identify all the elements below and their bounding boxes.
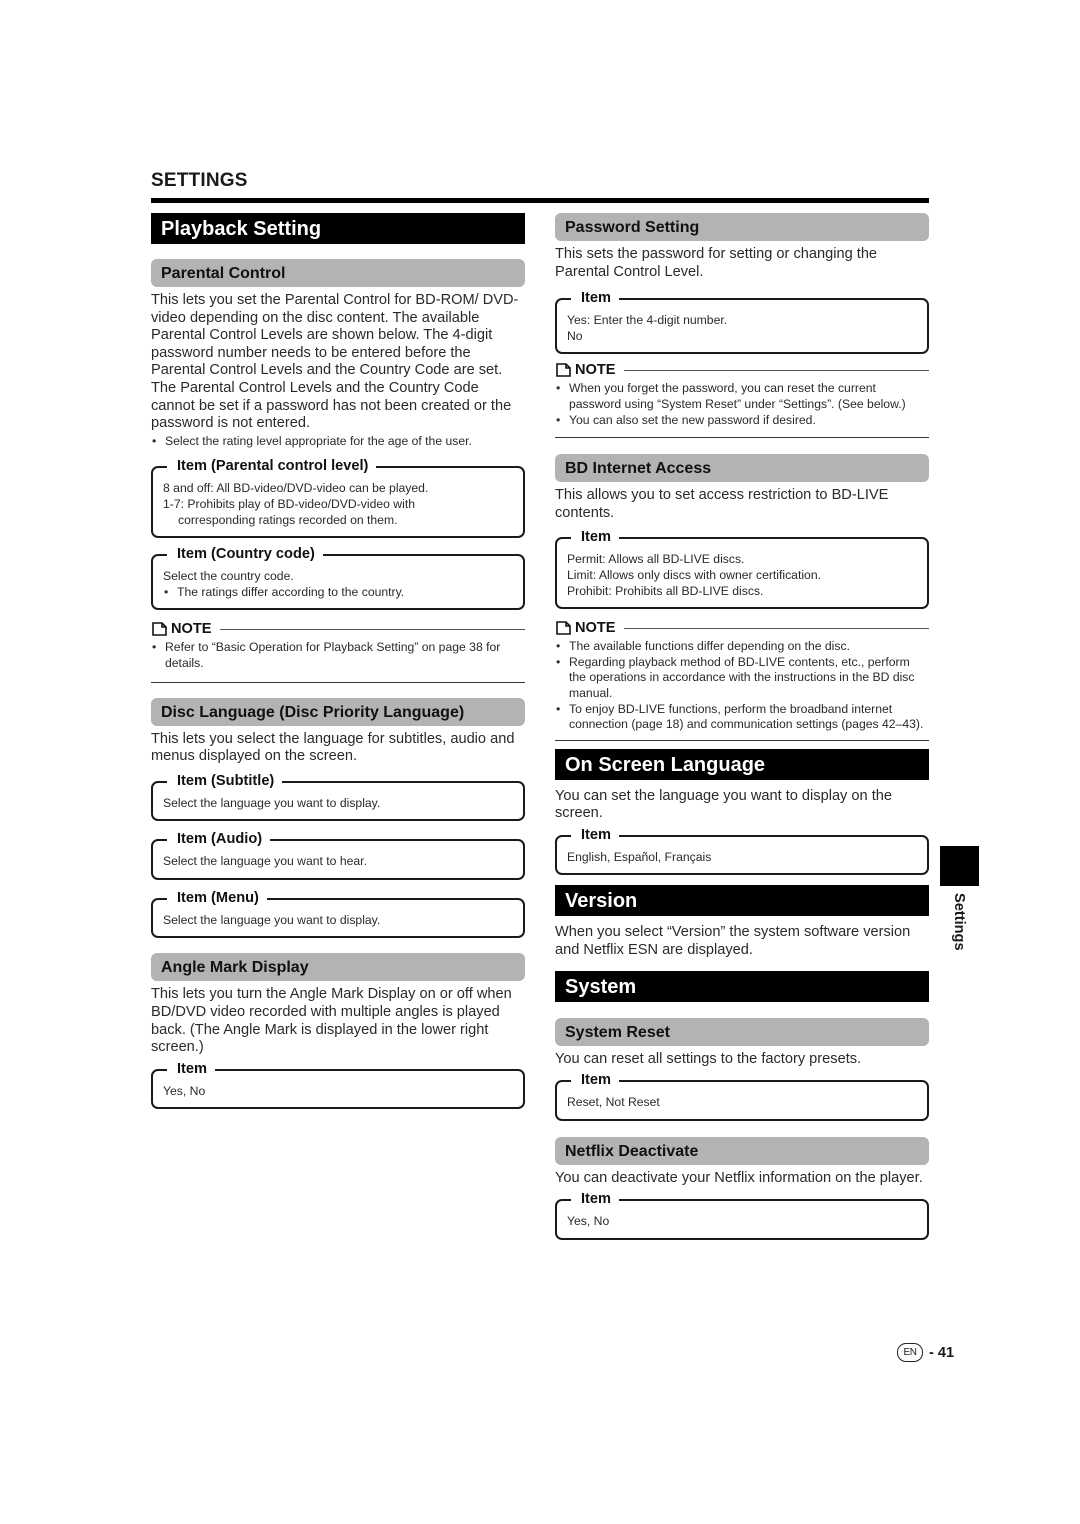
note-divider (219, 628, 525, 630)
bd-internet-box-line: Permit: Allows all BD-LIVE discs. (567, 552, 745, 567)
right-column: Password Setting This sets the password … (555, 213, 929, 1241)
parental-level-line: 1-7: Prohibits play of BD-video/DVD-vide… (163, 496, 415, 511)
netflix-heading: Netflix Deactivate (555, 1136, 929, 1165)
netflix-box-text: Yes, No (567, 1214, 610, 1229)
note-icon (556, 363, 571, 378)
page-number-text: - 41 (929, 1344, 955, 1361)
password-box-title: Item (571, 289, 620, 308)
note-bullet: You can also set the new password if des… (555, 413, 929, 429)
on-screen-language-text: You can set the language you want to dis… (555, 787, 892, 822)
parental-control-text: This lets you set the Parental Control f… (151, 292, 519, 432)
country-code-line: Select the country code. (163, 569, 294, 584)
menu-box-title: Item (Menu) (167, 888, 267, 907)
subtitle-box-title: Item (Subtitle) (167, 771, 283, 790)
note-rule (151, 681, 525, 683)
bd-internet-note: NOTE The available functions differ depe… (555, 619, 929, 741)
on-screen-language-heading: On Screen Language (555, 748, 929, 780)
top-rule (151, 198, 929, 203)
system-reset-box: Item Reset, Not Reset (555, 1071, 929, 1121)
system-reset-box-title: Item (571, 1071, 620, 1090)
version-heading: Version (555, 885, 929, 917)
playback-setting-heading: Playback Setting (151, 213, 525, 244)
password-box-line: No (567, 328, 583, 343)
section-label: SETTINGS (151, 170, 248, 191)
netflix-box: Item Yes, No (555, 1190, 929, 1241)
password-heading: Password Setting (555, 213, 929, 241)
angle-mark-box-title: Item (167, 1059, 216, 1078)
bd-internet-heading: BD Internet Access (555, 454, 929, 483)
note-label: NOTE (575, 362, 616, 379)
menu-box-text: Select the language you want to display. (163, 912, 381, 927)
country-code-box: Item (Country code) Select the country c… (151, 545, 525, 611)
side-tab-marker (940, 846, 979, 886)
system-reset-text: You can reset all settings to the factor… (555, 1050, 862, 1067)
parental-level-line: 8 and off: All BD-video/DVD-video can be… (163, 481, 429, 496)
bd-internet-text: This allows you to set access restrictio… (555, 487, 889, 521)
parental-note: NOTE Refer to “Basic Operation for Playb… (151, 620, 525, 683)
parental-control-heading: Parental Control (151, 259, 525, 287)
password-note: NOTE When you forget the password, you c… (555, 361, 929, 439)
note-label: NOTE (171, 621, 212, 638)
note-bullet: Refer to “Basic Operation for Playback S… (151, 640, 525, 671)
note-bullet: To enjoy BD-LIVE functions, perform the … (555, 702, 929, 733)
left-column: Playback Setting Parental Control This l… (151, 213, 525, 1110)
angle-mark-heading: Angle Mark Display (151, 953, 525, 982)
bd-internet-box-line: Limit: Allows only discs with owner cert… (567, 567, 821, 582)
password-box-line: Yes: Enter the 4-digit number. (567, 313, 728, 328)
angle-mark-box: Item Yes, No (151, 1059, 525, 1110)
angle-mark-box-text: Yes, No (163, 1083, 206, 1098)
system-reset-box-text: Reset, Not Reset (567, 1095, 660, 1110)
country-code-box-title: Item (Country code) (167, 545, 323, 564)
system-reset-heading: System Reset (555, 1017, 929, 1046)
parental-level-line: corresponding ratings recorded on them. (178, 512, 398, 527)
audio-box: Item (Audio) Select the language you wan… (151, 830, 525, 880)
netflix-box-title: Item (571, 1190, 620, 1209)
bd-internet-box-line: Prohibit: Prohibits all BD-LIVE discs. (567, 583, 764, 598)
side-tab-text: Settings (951, 893, 967, 951)
disc-language-text: This lets you select the language for su… (151, 730, 515, 765)
language-badge: EN (897, 1343, 923, 1362)
audio-box-text: Select the language you want to hear. (163, 854, 367, 869)
note-bullet: The available functions differ depending… (555, 639, 929, 655)
disc-language-heading: Disc Language (Disc Priority Language) (151, 697, 525, 726)
bd-internet-box-title: Item (571, 528, 620, 547)
on-screen-language-box-text: English, Español, Français (567, 849, 712, 864)
menu-box: Item (Menu) Select the language you want… (151, 888, 525, 939)
bd-internet-box: Item Permit: Allows all BD-LIVE discs. L… (555, 528, 929, 610)
side-tab-label: Settings (936, 893, 982, 953)
subtitle-box-text: Select the language you want to display. (163, 795, 381, 810)
system-heading: System (555, 970, 929, 1002)
on-screen-language-box: Item English, Español, Français (555, 825, 929, 876)
password-box: Item Yes: Enter the 4-digit number. No (555, 289, 929, 355)
on-screen-language-box-title: Item (571, 825, 620, 844)
angle-mark-text: This lets you turn the Angle Mark Displa… (151, 986, 512, 1056)
parental-control-bullet: Select the rating level appropriate for … (151, 434, 525, 450)
parental-level-box: Item (Parental control level) 8 and off:… (151, 457, 525, 539)
note-icon (152, 622, 167, 637)
note-label: NOTE (575, 620, 616, 637)
netflix-text: You can deactivate your Netflix informat… (555, 1169, 923, 1186)
note-bullet: When you forget the password, you can re… (555, 381, 929, 412)
version-text: When you select “Version” the system sof… (555, 924, 911, 959)
audio-box-title: Item (Audio) (167, 830, 271, 849)
password-text: This sets the password for setting or ch… (555, 246, 878, 280)
note-icon (556, 621, 571, 635)
subtitle-box: Item (Subtitle) Select the language you … (151, 771, 525, 822)
page-number: EN - 41 (897, 1343, 954, 1362)
note-divider (623, 369, 929, 371)
note-divider (623, 627, 929, 629)
country-code-bullet: The ratings differ according to the coun… (163, 585, 513, 601)
parental-level-box-title: Item (Parental control level) (167, 457, 377, 476)
note-rule (555, 739, 929, 741)
note-rule (555, 437, 929, 439)
note-bullet: Regarding playback method of BD-LIVE con… (555, 655, 929, 702)
